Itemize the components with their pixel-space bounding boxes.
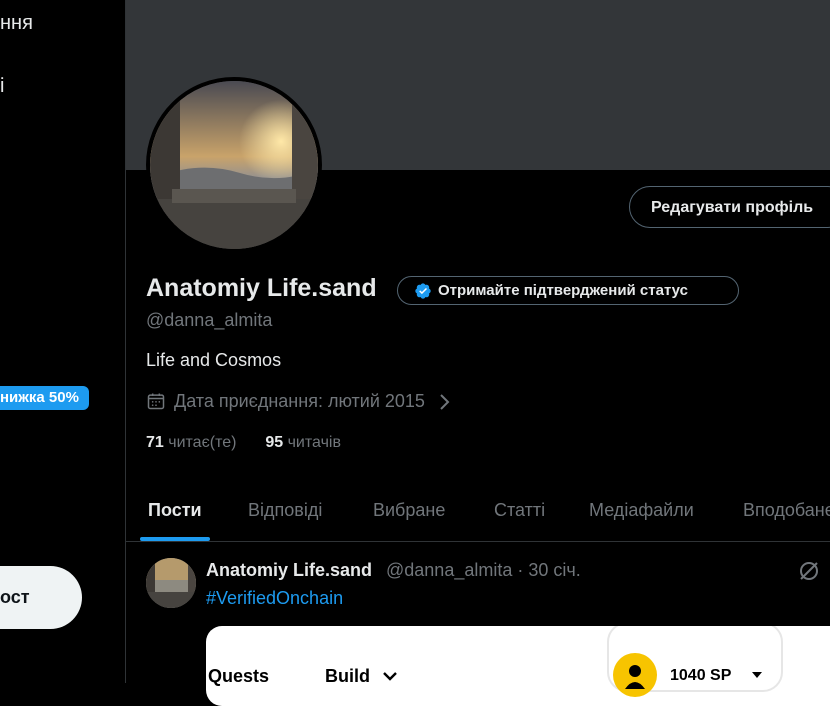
tweet-avatar-image <box>146 558 196 608</box>
chevron-right-icon <box>440 394 450 410</box>
get-verified-label: Отримайте підтверджений статус <box>438 282 688 299</box>
tab-media[interactable]: Медіафайли <box>589 500 694 521</box>
profile-avatar[interactable] <box>146 77 322 253</box>
tab-likes[interactable]: Вподобане <box>743 500 830 521</box>
following-link[interactable]: 71 читає(те) <box>146 434 236 451</box>
profile-bio: Life and Cosmos <box>146 350 282 370</box>
post-button[interactable]: ост <box>0 566 82 629</box>
profile-stats: 71 читає(те) 95 читачів <box>146 434 341 452</box>
followers-count: 95 <box>265 434 284 451</box>
tab-replies[interactable]: Відповіді <box>248 500 322 521</box>
user-icon <box>613 653 657 697</box>
following-count: 71 <box>146 434 164 451</box>
grok-icon[interactable] <box>797 559 821 588</box>
verified-badge-icon <box>415 283 431 299</box>
edit-profile-button[interactable]: Редагувати профіль <box>629 186 830 228</box>
tab-highlights[interactable]: Вибране <box>373 500 445 521</box>
get-verified-button[interactable]: Отримайте підтверджений статус <box>397 276 739 305</box>
sidebar-item-notifications[interactable]: ння <box>0 12 33 35</box>
premium-discount-badge[interactable]: нижка 50% <box>0 386 89 410</box>
calendar-icon <box>147 393 165 410</box>
left-sidebar: ння і нижка 50% ост <box>0 0 126 683</box>
followers-label: читачів <box>287 434 341 451</box>
card-quests-label: Quests <box>208 666 270 686</box>
following-label: читає(те) <box>168 434 237 451</box>
tweet-avatar[interactable] <box>146 558 196 608</box>
followers-link[interactable]: 95 читачів <box>265 434 341 451</box>
profile-handle: @danna_almita <box>146 310 273 330</box>
joined-date-text: Дата приєднання: лютий 2015 <box>174 391 425 411</box>
card-sp-value: 1040 SP <box>670 667 732 684</box>
sidebar-item-messages[interactable]: і <box>0 75 4 98</box>
tweet-meta[interactable]: @danna_almita · 30 січ. <box>386 560 581 581</box>
avatar-image <box>150 81 318 249</box>
tweet-hashtag[interactable]: #VerifiedOnchain <box>206 588 343 609</box>
post-button-label: ост <box>0 587 30 607</box>
profile-display-name: Anatomiy Life.sand <box>146 274 377 302</box>
caret-down-icon <box>752 672 762 678</box>
card-build-label: Build <box>325 666 370 686</box>
tweet-author-name[interactable]: Anatomiy Life.sand <box>206 560 372 581</box>
tab-posts[interactable]: Пости <box>148 500 202 521</box>
chevron-down-icon <box>383 672 397 681</box>
tab-articles[interactable]: Статті <box>494 500 545 521</box>
tweet-media-card[interactable]: Quests Build 1040 SP <box>206 626 830 706</box>
tabs-divider <box>126 541 830 542</box>
